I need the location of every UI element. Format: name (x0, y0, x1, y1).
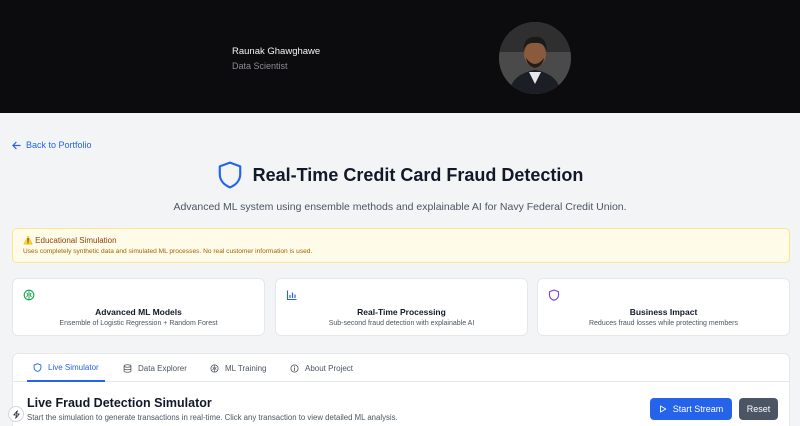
reset-button[interactable]: Reset (739, 398, 778, 420)
card-title: Business Impact (629, 307, 698, 317)
back-to-portfolio-link[interactable]: Back to Portfolio (12, 140, 92, 150)
tab-label: Live Simulator (48, 362, 99, 372)
back-label: Back to Portfolio (26, 140, 92, 150)
brain-icon (23, 289, 35, 301)
educational-notice: ⚠️ Educational Simulation Uses completel… (12, 228, 790, 263)
shield-icon (33, 362, 42, 372)
tab-ml-training[interactable]: ML Training (210, 354, 267, 382)
info-icon (290, 363, 299, 373)
lightning-icon (12, 409, 20, 419)
card-title: Advanced ML Models (95, 307, 182, 317)
tab-label: ML Training (225, 363, 267, 373)
feature-card-ml-models: Advanced ML Models Ensemble of Logistic … (12, 278, 265, 336)
page-title: Real-Time Credit Card Fraud Detection (252, 164, 584, 185)
bar-chart-icon (286, 290, 297, 301)
profile-header: Raunak Ghawghawe Data Scientist (0, 0, 800, 113)
card-title: Real-Time Processing (357, 307, 446, 317)
page-heading: Real-Time Credit Card Fraud Detection (0, 161, 800, 189)
card-desc: Reduces fraud losses while protecting me… (588, 320, 738, 327)
start-stream-button[interactable]: Start Stream (650, 398, 732, 420)
card-desc: Sub-second fraud detection with explaina… (328, 320, 475, 327)
profile-role: Data Scientist (232, 61, 288, 71)
shield-icon (218, 161, 241, 189)
shield-icon (548, 289, 560, 301)
feature-card-business-impact: Business Impact Reduces fraud losses whi… (537, 278, 790, 336)
simulator-description: Start the simulation to generate transac… (27, 413, 398, 422)
start-stream-label: Start Stream (672, 404, 724, 414)
database-icon (123, 363, 132, 373)
simulator-panel: Live Simulator Data Explorer ML Training… (12, 353, 790, 426)
brain-icon (210, 363, 219, 373)
notice-title: ⚠️ Educational Simulation (23, 236, 117, 245)
bolt-badge[interactable] (8, 406, 24, 422)
tab-about-project[interactable]: About Project (290, 354, 353, 382)
tab-label: Data Explorer (138, 363, 187, 373)
avatar (499, 22, 571, 94)
notice-text: Uses completely synthetic data and simul… (23, 248, 313, 255)
profile-name: Raunak Ghawghawe (232, 46, 321, 57)
avatar-photo (499, 22, 571, 94)
tab-data-explorer[interactable]: Data Explorer (123, 354, 187, 382)
page-subtitle: Advanced ML system using ensemble method… (173, 201, 627, 213)
arrow-left-icon (12, 141, 21, 149)
feature-card-realtime: Real-Time Processing Sub-second fraud de… (275, 278, 528, 336)
play-icon (659, 405, 666, 413)
tab-bar: Live Simulator Data Explorer ML Training… (13, 354, 789, 382)
tab-live-simulator[interactable]: Live Simulator (27, 354, 105, 382)
card-desc: Ensemble of Logistic Regression + Random… (59, 320, 218, 327)
tab-label: About Project (305, 363, 354, 373)
simulator-title: Live Fraud Detection Simulator (27, 396, 212, 410)
